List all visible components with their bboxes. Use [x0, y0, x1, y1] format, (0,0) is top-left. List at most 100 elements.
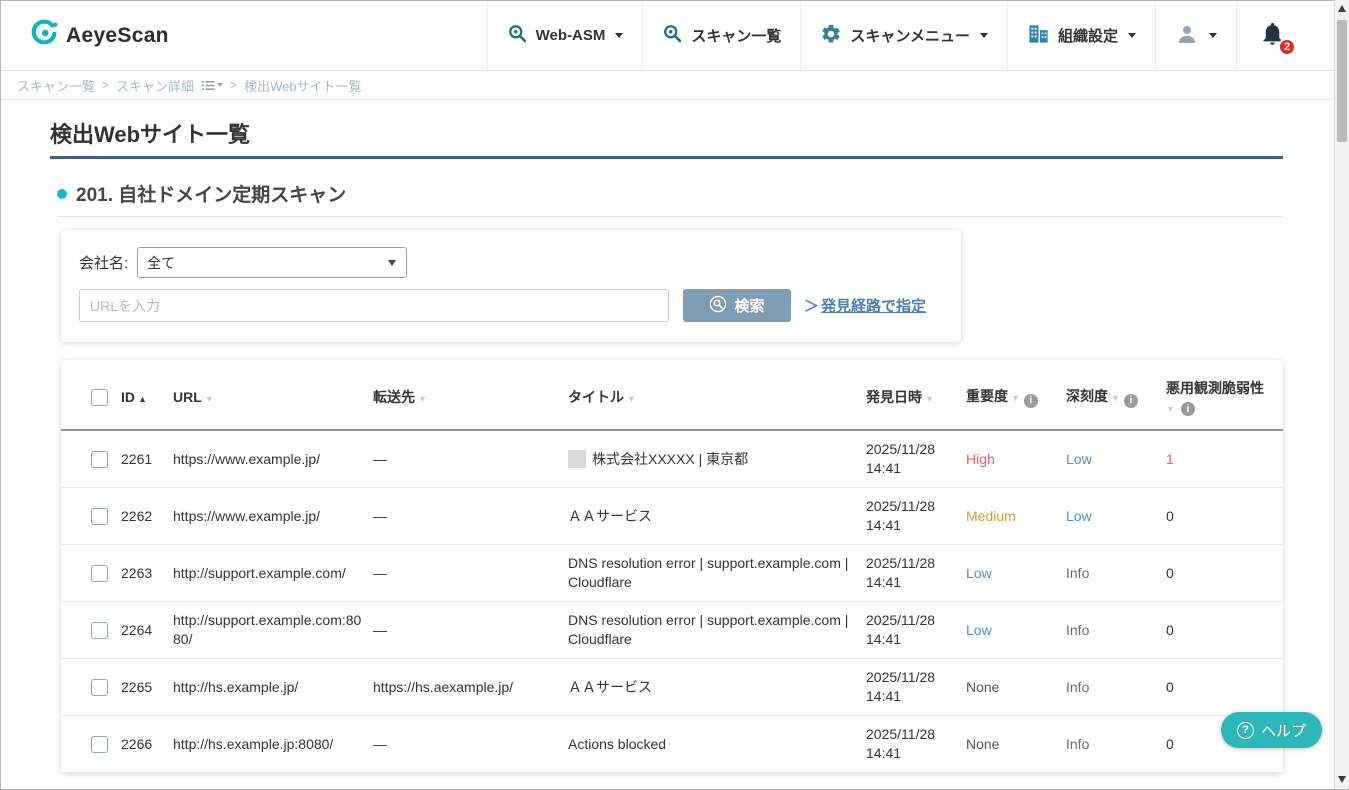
- table-row[interactable]: 2262 https://www.example.jp/ — ＡＡサービス 20…: [61, 488, 1283, 545]
- detected-websites-table: ID▲ URL▼ 転送先▼ タイトル▼ 発見日時▼ 重要度▼: [61, 360, 1283, 773]
- nav-item-web-asm[interactable]: Web-ASM: [487, 1, 643, 70]
- top-navbar: AeyeScan Web-ASM スキャン一覧: [1, 1, 1348, 71]
- header-date[interactable]: 発見日時▼: [866, 360, 966, 430]
- help-button[interactable]: ? ヘルプ: [1221, 712, 1322, 748]
- row-checkbox[interactable]: [91, 679, 108, 696]
- breadcrumb-separator: >: [230, 78, 237, 92]
- cell-importance: None: [966, 716, 1066, 773]
- header-vuln[interactable]: 悪用観測脆弱性 ▼ i: [1166, 360, 1283, 430]
- cell-url: http://support.example.com:8080/: [173, 602, 373, 659]
- cell-vuln: 0: [1166, 602, 1283, 659]
- table-row[interactable]: 2264 http://support.example.com:8080/ — …: [61, 602, 1283, 659]
- table-row[interactable]: 2263 http://support.example.com/ — DNS r…: [61, 545, 1283, 602]
- info-icon[interactable]: i: [1124, 394, 1138, 408]
- cell-forward: —: [373, 488, 568, 545]
- nav-item-org-settings[interactable]: 組織設定: [1007, 1, 1155, 70]
- cell-url: http://hs.example.jp:8080/: [173, 716, 373, 773]
- cell-importance: Low: [966, 602, 1066, 659]
- main-content: 検出Webサイト一覧 201. 自社ドメイン定期スキャン 会社名: 全て: [1, 117, 1348, 773]
- table-row[interactable]: 2261 https://www.example.jp/ — 株式会社XXXXX…: [61, 430, 1283, 488]
- detected-websites-table-card: ID▲ URL▼ 転送先▼ タイトル▼ 発見日時▼ 重要度▼: [61, 360, 1283, 773]
- company-select[interactable]: 全て: [137, 247, 407, 278]
- header-id[interactable]: ID▲: [121, 360, 173, 430]
- route-specify-link[interactable]: ＞ 発見経路で指定: [804, 295, 926, 316]
- scan-section-title: 201. 自社ドメイン定期スキャン: [76, 180, 346, 207]
- table-row[interactable]: 2266 http://hs.example.jp:8080/ — Action…: [61, 716, 1283, 773]
- cell-id: 2266: [121, 716, 173, 773]
- cell-date: 2025/11/28 14:41: [866, 488, 966, 545]
- cell-forward: —: [373, 430, 568, 488]
- cell-url: http://hs.example.jp/: [173, 659, 373, 716]
- select-all-checkbox[interactable]: [91, 389, 108, 406]
- vertical-scrollbar[interactable]: [1334, 0, 1349, 788]
- sort-asc-icon: ▲: [138, 394, 147, 404]
- chevron-right-icon: ＞: [804, 295, 819, 316]
- cell-vuln: 0: [1166, 545, 1283, 602]
- notification-badge: 2: [1278, 38, 1296, 56]
- row-checkbox[interactable]: [91, 622, 108, 639]
- row-checkbox[interactable]: [91, 736, 108, 753]
- cell-url: http://support.example.com/: [173, 545, 373, 602]
- checkbox-cell: [61, 488, 121, 545]
- row-checkbox[interactable]: [91, 565, 108, 582]
- search-button[interactable]: 検索: [683, 289, 791, 322]
- breadcrumb-detail-menu[interactable]: [202, 80, 223, 91]
- cell-date: 2025/11/28 14:41: [866, 716, 966, 773]
- scroll-up-arrow-icon[interactable]: [1338, 5, 1346, 12]
- filter-card: 会社名: 全て 検索 ＞ 発見経路: [61, 230, 961, 342]
- sort-desc-icon: ▼: [925, 394, 934, 404]
- nav-item-scan-menu[interactable]: スキャンメニュー: [800, 1, 1007, 70]
- notifications-button[interactable]: 2: [1236, 1, 1300, 70]
- cell-forward: —: [373, 602, 568, 659]
- cell-severity: Info: [1066, 659, 1166, 716]
- nav-item-label: Web-ASM: [536, 27, 606, 44]
- header-url[interactable]: URL▼: [173, 360, 373, 430]
- cell-vuln: 0: [1166, 659, 1283, 716]
- cell-importance: None: [966, 659, 1066, 716]
- table-row[interactable]: 2265 http://hs.example.jp/ https://hs.ae…: [61, 659, 1283, 716]
- cell-severity: Low: [1066, 488, 1166, 545]
- bullet-icon: [57, 189, 67, 199]
- breadcrumb-scan-list[interactable]: スキャン一覧: [17, 76, 95, 95]
- building-icon: [1027, 22, 1050, 49]
- cell-title: DNS resolution error | support.example.c…: [568, 602, 866, 659]
- cell-id: 2264: [121, 602, 173, 659]
- header-forward[interactable]: 転送先▼: [373, 360, 568, 430]
- breadcrumb-scan-detail[interactable]: スキャン詳細: [116, 76, 194, 95]
- header-severity[interactable]: 深刻度▼i: [1066, 360, 1166, 430]
- scrollbar-thumb[interactable]: [1337, 20, 1347, 142]
- select-all-checkbox-cell: [61, 360, 121, 430]
- breadcrumb: スキャン一覧 > スキャン詳細 > 検出Webサイト一覧: [1, 71, 1348, 100]
- cell-id: 2263: [121, 545, 173, 602]
- aeyescan-logo[interactable]: AeyeScan: [29, 1, 169, 70]
- sort-desc-icon: ▼: [627, 394, 636, 404]
- checkbox-cell: [61, 602, 121, 659]
- cell-severity: Info: [1066, 545, 1166, 602]
- gear-icon: [820, 23, 842, 49]
- checkbox-cell: [61, 659, 121, 716]
- info-icon[interactable]: i: [1181, 402, 1195, 416]
- cell-forward: —: [373, 545, 568, 602]
- scroll-down-arrow-icon[interactable]: [1338, 776, 1346, 783]
- cell-title: ＡＡサービス: [568, 488, 866, 545]
- nav-item-label: スキャンメニュー: [850, 25, 970, 46]
- sort-desc-icon: ▼: [205, 394, 214, 404]
- row-checkbox[interactable]: [91, 451, 108, 468]
- header-importance[interactable]: 重要度▼i: [966, 360, 1066, 430]
- cell-importance: Low: [966, 545, 1066, 602]
- cell-title: ＡＡサービス: [568, 659, 866, 716]
- cell-title: DNS resolution error | support.example.c…: [568, 545, 866, 602]
- cell-id: 2261: [121, 430, 173, 488]
- checkbox-cell: [61, 545, 121, 602]
- row-checkbox[interactable]: [91, 508, 108, 525]
- user-menu[interactable]: [1155, 1, 1236, 70]
- company-label: 会社名:: [79, 252, 128, 273]
- cell-vuln: 1: [1166, 430, 1283, 488]
- header-title[interactable]: タイトル▼: [568, 360, 866, 430]
- url-search-input[interactable]: [79, 289, 669, 322]
- cell-id: 2262: [121, 488, 173, 545]
- breadcrumb-current-page: 検出Webサイト一覧: [244, 76, 362, 95]
- search-icon: [709, 295, 727, 317]
- info-icon[interactable]: i: [1024, 394, 1038, 408]
- nav-item-scan-list[interactable]: スキャン一覧: [642, 1, 800, 70]
